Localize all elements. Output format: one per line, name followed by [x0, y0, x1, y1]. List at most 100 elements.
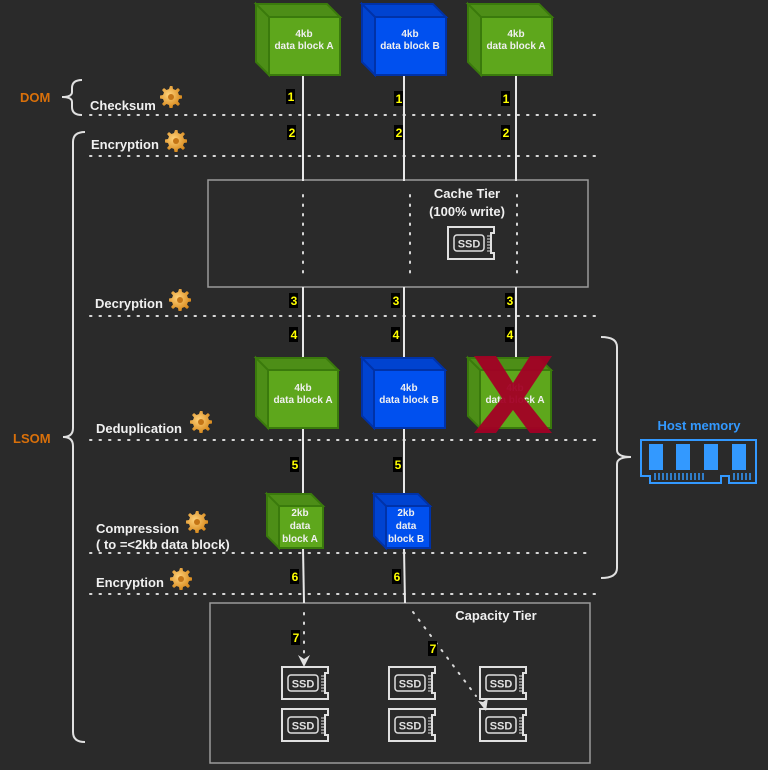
svg-text:1: 1	[396, 92, 403, 106]
data-block-cube: 4kb data block A	[253, 355, 341, 431]
svg-text:4: 4	[393, 328, 400, 342]
vsan-write-path-diagram: 4kb data block A 4kb data block B 4kb da…	[13, 1, 757, 764]
gear-icon	[160, 86, 182, 108]
step-badge: 2	[394, 125, 403, 140]
encryption-label: Encryption	[96, 575, 164, 590]
step-badge: 1	[286, 89, 295, 104]
ssd-icon: SSD	[479, 666, 527, 700]
svg-text:2: 2	[289, 126, 296, 140]
svg-text:3: 3	[291, 294, 298, 308]
dom-label: DOM	[20, 90, 50, 105]
svg-text:4kb: 4kb	[400, 383, 417, 394]
data-block-cube: 4kb data block B	[359, 355, 448, 431]
data-block-cube: 4kb data block B	[359, 1, 449, 78]
step-badge: 6	[392, 569, 401, 584]
svg-text:data block A: data block A	[486, 41, 545, 52]
ssd-icon: SSD	[388, 708, 436, 742]
encryption-label: Encryption	[91, 137, 159, 152]
svg-text:3: 3	[507, 294, 514, 308]
step-badge: 7	[428, 641, 437, 656]
gear-icon	[170, 568, 192, 590]
gear-icon	[169, 289, 191, 311]
step-badge: 3	[289, 293, 298, 308]
svg-text:2kb: 2kb	[291, 508, 308, 519]
svg-text:6: 6	[394, 570, 401, 584]
svg-text:data block B: data block B	[379, 395, 438, 406]
ram-icon	[640, 439, 757, 484]
svg-text:data block A: data block A	[273, 395, 332, 406]
host-memory-label: Host memory	[657, 418, 741, 433]
svg-text:1: 1	[288, 90, 295, 104]
step-badge: 5	[290, 457, 299, 472]
svg-text:7: 7	[293, 631, 300, 645]
decryption-label: Decryption	[95, 296, 163, 311]
lsom-label: LSOM	[13, 431, 51, 446]
step-badge: 1	[501, 91, 510, 106]
svg-text:block B: block B	[388, 534, 424, 545]
data-block-cube: 4kb data block A	[253, 1, 343, 78]
cache-tier-title: Cache Tier	[434, 186, 500, 201]
gear-icon	[165, 130, 187, 152]
deduplication-label: Deduplication	[96, 421, 182, 436]
svg-text:1: 1	[503, 92, 510, 106]
svg-text:4kb: 4kb	[507, 29, 524, 40]
svg-text:7: 7	[430, 642, 437, 656]
svg-text:2: 2	[396, 126, 403, 140]
step-badge: 4	[505, 327, 514, 342]
step-badge: 3	[505, 293, 514, 308]
svg-text:block A: block A	[282, 534, 318, 545]
checksum-label: Checksum	[90, 98, 156, 113]
ssd-icon: SSD	[281, 708, 329, 742]
step-badge: 4	[289, 327, 298, 342]
cache-tier-box	[207, 179, 589, 288]
step-badge: 5	[393, 457, 402, 472]
step-badge: 2	[287, 125, 296, 140]
svg-text:data block A: data block A	[274, 41, 333, 52]
ssd-icon: SSD	[388, 666, 436, 700]
data-block-cube-removed: 4kb data block A	[465, 355, 554, 433]
ssd-label: SSD	[292, 721, 315, 733]
svg-text:6: 6	[292, 570, 299, 584]
svg-text:data: data	[290, 521, 311, 532]
svg-text:2: 2	[503, 126, 510, 140]
step-badge: 6	[290, 569, 299, 584]
step-badge: 2	[501, 125, 510, 140]
svg-text:data block B: data block B	[380, 41, 439, 52]
ssd-icon: SSD	[479, 708, 527, 742]
gear-icon	[186, 511, 208, 533]
compression-label: Compression	[96, 521, 179, 536]
svg-text:3: 3	[393, 294, 400, 308]
lsom-brace	[62, 131, 86, 743]
host-memory-brace	[600, 336, 632, 579]
svg-text:data: data	[396, 521, 417, 532]
cache-tier-subtitle: (100% write)	[429, 204, 505, 219]
svg-text:4: 4	[291, 328, 298, 342]
capacity-tier-title: Capacity Tier	[455, 608, 536, 623]
svg-text:4kb: 4kb	[295, 29, 312, 40]
ssd-label: SSD	[490, 721, 513, 733]
svg-text:5: 5	[395, 458, 402, 472]
data-block-cube: 4kb data block A	[465, 1, 555, 78]
ssd-label: SSD	[292, 679, 315, 691]
flow-arrow	[412, 611, 477, 697]
svg-text:2kb: 2kb	[397, 508, 414, 519]
compression-note: ( to =<2kb data block)	[96, 537, 230, 552]
svg-text:4kb: 4kb	[294, 383, 311, 394]
svg-text:5: 5	[292, 458, 299, 472]
ssd-label: SSD	[490, 679, 513, 691]
ssd-icon: SSD	[447, 226, 495, 260]
ssd-label: SSD	[399, 721, 422, 733]
step-badge: 4	[391, 327, 400, 342]
gear-icon	[190, 411, 212, 433]
ssd-label: SSD	[458, 239, 481, 251]
data-block-cube-compressed: 2kb data block B	[371, 491, 433, 551]
ssd-label: SSD	[399, 679, 422, 691]
step-badge: 3	[391, 293, 400, 308]
svg-text:4kb: 4kb	[401, 29, 418, 40]
svg-text:4: 4	[507, 328, 514, 342]
dom-brace	[61, 79, 83, 116]
data-block-cube-compressed: 2kb data block A	[264, 491, 326, 551]
step-badge: 7	[291, 630, 300, 645]
ssd-icon: SSD	[281, 666, 329, 700]
step-badge: 1	[394, 91, 403, 106]
